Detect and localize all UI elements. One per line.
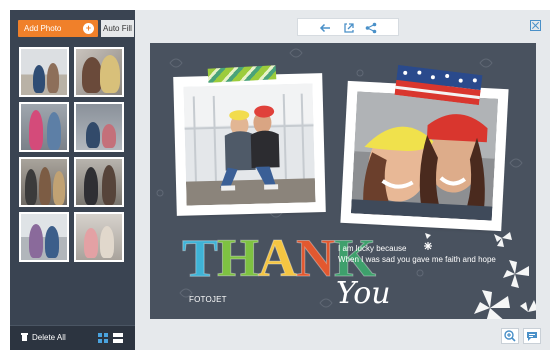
- photo-frame-left[interactable]: [176, 76, 323, 213]
- thank-letter: N: [296, 228, 336, 288]
- photo-friends-sitting: [183, 83, 316, 206]
- photo-thumbnail-1[interactable]: [19, 47, 69, 97]
- auto-fill-button[interactable]: Auto Fill: [101, 20, 134, 37]
- add-photo-label: Add Photo: [24, 24, 62, 33]
- grid-view-icon[interactable]: [98, 333, 108, 343]
- photo-thumbnail-6[interactable]: [74, 157, 124, 207]
- plus-icon: +: [83, 23, 94, 34]
- export-icon[interactable]: [342, 21, 356, 35]
- photo-sidebar: Add Photo + Auto Fill Delete All: [10, 10, 135, 350]
- photo-thumbnail-8[interactable]: [74, 212, 124, 262]
- photo-thumbnail-2[interactable]: [74, 47, 124, 97]
- photo-friends-hugging: [350, 91, 499, 221]
- list-view-icon[interactable]: [113, 333, 123, 343]
- trash-icon: [21, 333, 28, 341]
- canvas-toolbar: [297, 18, 399, 36]
- delete-all-button[interactable]: Delete All: [21, 332, 66, 344]
- message-line-1[interactable]: I am lucky because: [338, 244, 406, 253]
- thank-letter: A: [258, 228, 298, 288]
- flower-decoration: [424, 232, 536, 319]
- card-canvas[interactable]: THANK FOTOJET I am lucky because When I …: [150, 43, 536, 319]
- brand-label[interactable]: FOTOJET: [189, 295, 227, 304]
- back-arrow-icon[interactable]: [318, 21, 332, 35]
- thank-letter: H: [217, 228, 260, 288]
- thank-letter: T: [181, 228, 218, 288]
- share-icon[interactable]: [364, 21, 378, 35]
- photo-thumbnail-3[interactable]: [19, 102, 69, 152]
- delete-all-label: Delete All: [32, 333, 66, 342]
- photo-thumbnail-4[interactable]: [74, 102, 124, 152]
- photo-thumbnail-7[interactable]: [19, 212, 69, 262]
- zoom-in-icon[interactable]: [501, 328, 519, 344]
- sidebar-footer: Delete All: [10, 325, 135, 350]
- you-script-text[interactable]: You: [336, 276, 391, 311]
- add-photo-button[interactable]: Add Photo +: [18, 20, 98, 37]
- editor-area: THANK FOTOJET I am lucky because When I …: [135, 10, 550, 350]
- photo-frame-right[interactable]: [343, 84, 506, 228]
- close-icon[interactable]: [530, 20, 541, 31]
- photo-thumbnail-5[interactable]: [19, 157, 69, 207]
- comment-icon[interactable]: [523, 328, 541, 344]
